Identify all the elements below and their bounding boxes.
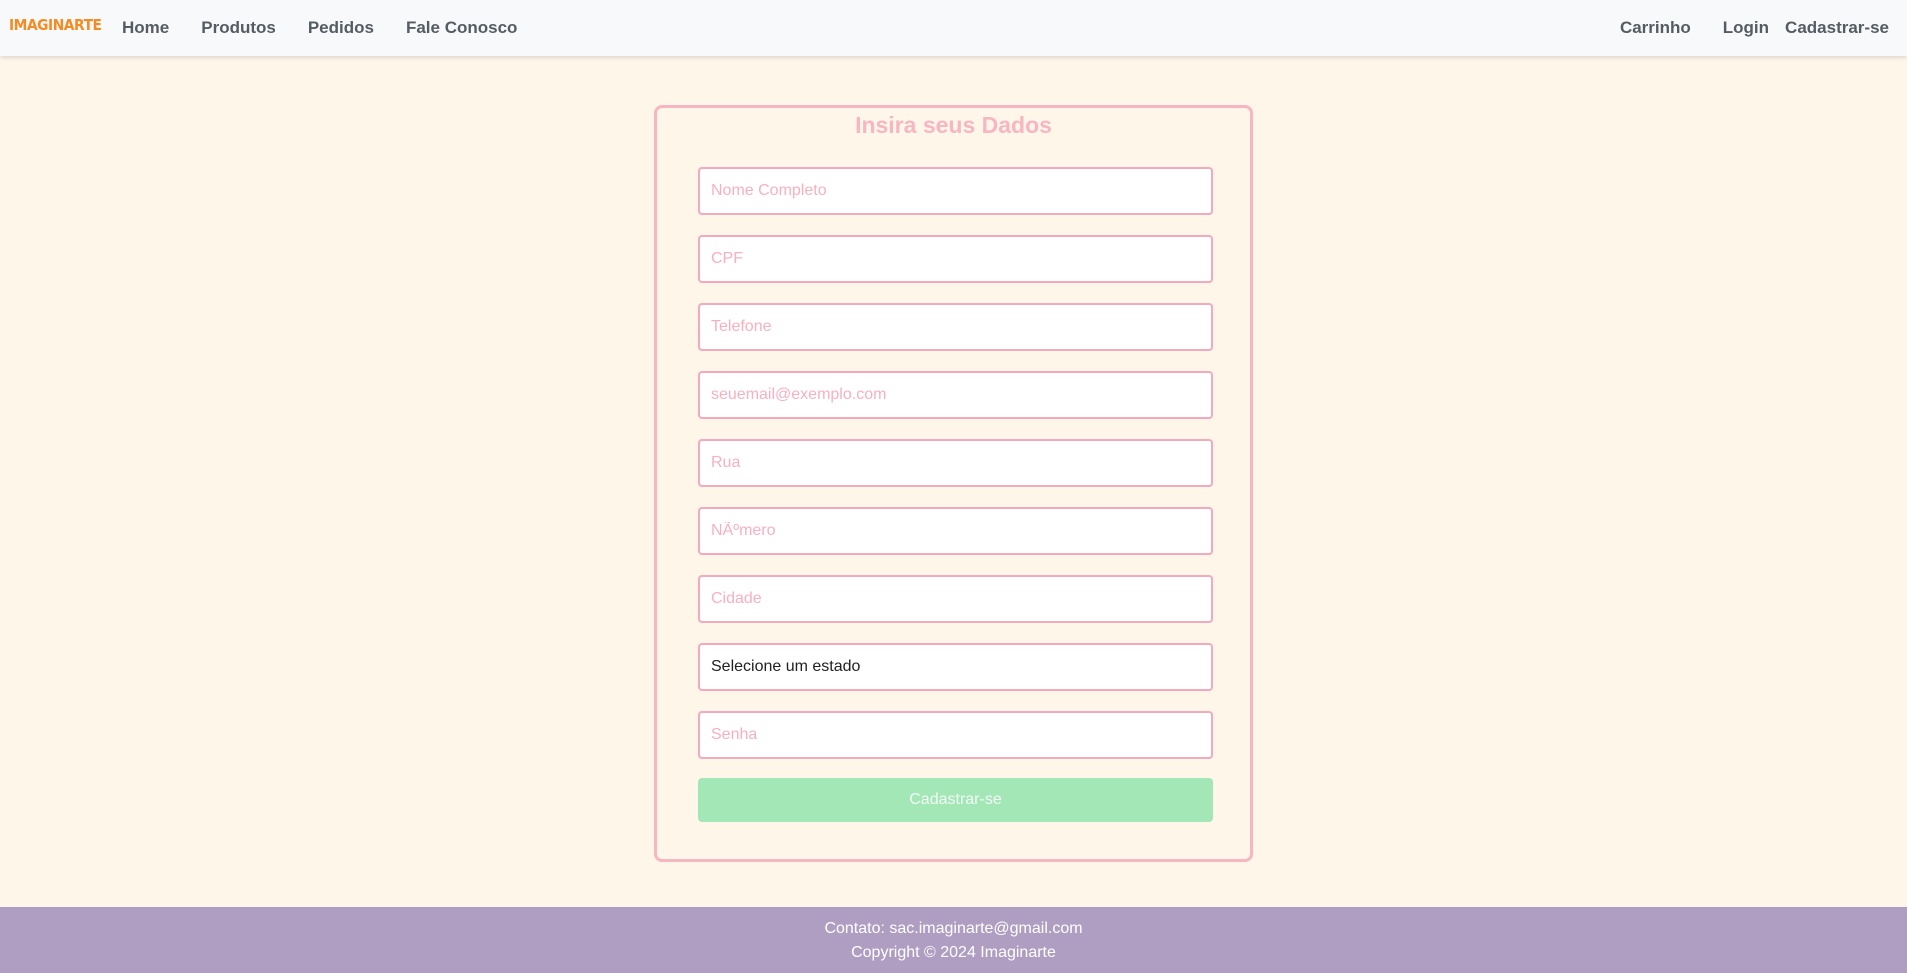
register-form: Insira seus Dados Selecione um estado Ca… [654, 105, 1253, 862]
nav-link-login[interactable]: Login [1723, 18, 1769, 38]
state-select-value: Selecione um estado [711, 658, 861, 675]
form-title: Insira seus Dados [855, 112, 1052, 138]
nav-left: Home Produtos Pedidos Fale Conosco [122, 0, 549, 56]
nav-link-home[interactable]: Home [122, 18, 169, 38]
footer-contact: Contato: sac.imaginarte@gmail.com [824, 920, 1083, 937]
city-input[interactable] [698, 575, 1213, 623]
navbar: IMAGINARTE Home Produtos Pedidos Fale Co… [0, 0, 1907, 56]
brand-logo[interactable]: IMAGINARTE [9, 16, 102, 34]
nav-right: Carrinho Login Cadastrar-se [1620, 0, 1889, 56]
register-button[interactable]: Cadastrar-se [698, 778, 1213, 822]
number-input[interactable] [698, 507, 1213, 555]
cpf-input[interactable] [698, 235, 1213, 283]
footer-copyright: Copyright © 2024 Imaginarte [851, 944, 1056, 961]
nav-link-pedidos[interactable]: Pedidos [308, 18, 374, 38]
nav-link-carrinho[interactable]: Carrinho [1620, 18, 1691, 38]
nav-link-produtos[interactable]: Produtos [201, 18, 276, 38]
footer: Contato: sac.imaginarte@gmail.com Copyri… [0, 907, 1907, 973]
nav-link-fale-conosco[interactable]: Fale Conosco [406, 18, 517, 38]
street-input[interactable] [698, 439, 1213, 487]
nav-link-cadastrar[interactable]: Cadastrar-se [1785, 18, 1889, 38]
full-name-input[interactable] [698, 167, 1213, 215]
email-input[interactable] [698, 371, 1213, 419]
password-input[interactable] [698, 711, 1213, 759]
phone-input[interactable] [698, 303, 1213, 351]
state-select[interactable]: Selecione um estado [698, 643, 1213, 691]
